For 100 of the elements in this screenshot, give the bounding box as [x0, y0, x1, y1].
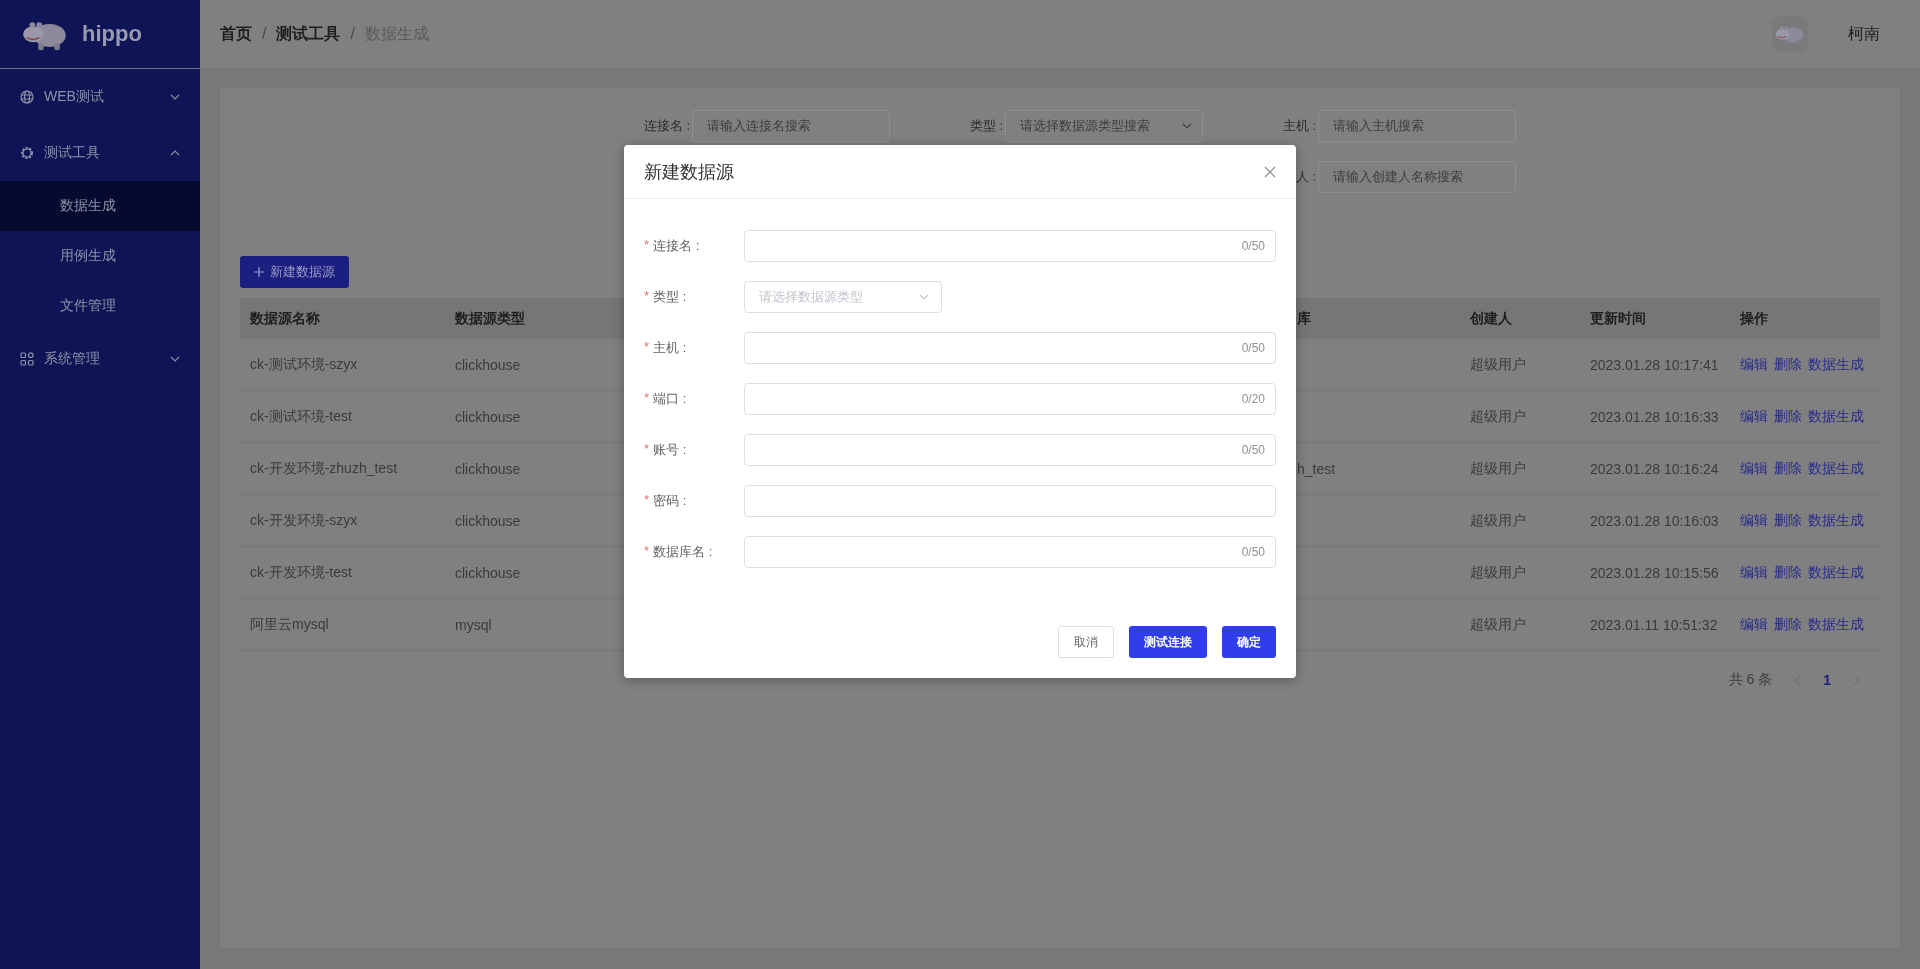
action-link[interactable]: 编辑 — [1740, 563, 1768, 582]
chevron-icon — [919, 294, 929, 300]
field-label: 端口 : — [653, 390, 687, 408]
table-cell: 超级用户 — [1470, 355, 1526, 374]
required-mark: * — [644, 390, 650, 407]
required-mark: * — [644, 492, 650, 509]
column-header: 创建人 — [1470, 309, 1512, 328]
action-link[interactable]: 删除 — [1774, 511, 1802, 530]
search-field[interactable]: 请输入创建人名称搜索 — [1318, 161, 1516, 193]
chevron-icon — [1182, 123, 1192, 129]
breadcrumb-item[interactable]: 首页 — [220, 23, 252, 45]
field-label: 连接名 : — [653, 237, 700, 255]
table-cell: ck-测试环境-szyx — [250, 355, 358, 374]
table-cell: 2023.01.28 10:16:03 — [1590, 512, 1719, 529]
submenu-item[interactable]: 用例生成 — [0, 231, 200, 281]
table-cell: 2023.01.28 10:16:24 — [1590, 460, 1719, 477]
page-number[interactable]: 1 — [1823, 672, 1831, 688]
action-link[interactable]: 数据生成 — [1808, 355, 1864, 374]
column-header: 库 — [1297, 309, 1311, 328]
table-cell: 超级用户 — [1470, 459, 1526, 478]
table-cell: 超级用户 — [1470, 511, 1526, 530]
select-field[interactable]: 请选择数据源类型 — [744, 281, 942, 313]
column-header: 数据源名称 — [250, 309, 320, 328]
action-link[interactable]: 删除 — [1774, 615, 1802, 634]
table-cell: 超级用户 — [1470, 563, 1526, 582]
field-label: 主机 : — [653, 339, 687, 357]
action-link[interactable]: 删除 — [1774, 407, 1802, 426]
breadcrumb-item[interactable]: 测试工具 — [276, 23, 341, 45]
breadcrumb-separator: / — [262, 25, 267, 43]
table-cell: ck-开发环境-test — [250, 563, 352, 582]
select-field[interactable]: 请选择数据源类型搜索 — [1005, 110, 1203, 142]
required-mark: * — [644, 441, 650, 458]
input-field[interactable]: 0/50 — [744, 230, 1276, 262]
action-link[interactable]: 数据生成 — [1808, 407, 1864, 426]
action-link[interactable]: 编辑 — [1740, 511, 1768, 530]
input-field[interactable]: 0/50 — [744, 434, 1276, 466]
grid-icon — [20, 352, 34, 366]
action-link[interactable]: 删除 — [1774, 563, 1802, 582]
table-cell: clickhouse — [455, 460, 521, 477]
plus-icon — [254, 267, 264, 277]
table-cell: 2023.01.11 10:51:32 — [1590, 616, 1718, 633]
filter-label: 连接名 : — [643, 117, 690, 135]
table-cell: ck-测试环境-test — [250, 407, 352, 426]
table-cell: 超级用户 — [1470, 615, 1526, 634]
action-link[interactable]: 数据生成 — [1808, 459, 1864, 478]
input-field[interactable]: 0/50 — [744, 536, 1276, 568]
avatar[interactable] — [1772, 16, 1808, 52]
action-link[interactable]: 删除 — [1774, 355, 1802, 374]
submenu-item[interactable]: 文件管理 — [0, 281, 200, 331]
action-link[interactable]: 编辑 — [1740, 407, 1768, 426]
menu-item[interactable]: WEB测试 — [0, 69, 200, 125]
filter-label: 人 : — [1295, 168, 1316, 186]
action-link[interactable]: 编辑 — [1740, 355, 1768, 374]
action-link[interactable]: 数据生成 — [1808, 563, 1864, 582]
total-count: 共 6 条 — [1728, 671, 1773, 689]
action-link[interactable]: 编辑 — [1740, 615, 1768, 634]
dialog-title: 新建数据源 — [644, 160, 734, 184]
table-cell: mysql — [455, 616, 492, 633]
required-mark: * — [644, 543, 650, 560]
field-label: 账号 : — [653, 441, 687, 459]
column-header: 数据源类型 — [455, 309, 525, 328]
gear-icon — [20, 146, 34, 160]
action-link[interactable]: 数据生成 — [1808, 511, 1864, 530]
table-cell: ck-开发环境-zhuzh_test — [250, 459, 398, 478]
table-cell: h_test — [1297, 460, 1336, 477]
filter-label: 类型 : — [969, 117, 1003, 135]
search-field[interactable]: 请输入主机搜索 — [1318, 110, 1516, 142]
required-mark: * — [644, 288, 650, 305]
dialog-button[interactable]: 测试连接 — [1129, 626, 1207, 658]
table-cell: ck-开发环境-szyx — [250, 511, 358, 530]
table-cell: 阿里云mysql — [250, 615, 329, 634]
input-field[interactable]: 0/50 — [744, 332, 1276, 364]
required-mark: * — [644, 237, 650, 254]
input-field[interactable] — [744, 485, 1276, 517]
close-icon[interactable] — [1264, 165, 1276, 178]
user-name[interactable]: 柯南 — [1848, 23, 1880, 45]
column-header: 更新时间 — [1590, 309, 1646, 328]
dialog-button[interactable]: 确定 — [1222, 626, 1276, 658]
field-label: 类型 : — [653, 288, 687, 306]
app-name: hippo — [82, 21, 142, 47]
new-datasource-button[interactable]: 新建数据源 — [240, 256, 349, 288]
table-cell: 超级用户 — [1470, 407, 1526, 426]
input-field[interactable]: 0/20 — [744, 383, 1276, 415]
dialog-button[interactable]: 取消 — [1058, 626, 1114, 658]
table-cell: 2023.01.28 10:15:56 — [1590, 564, 1719, 581]
action-link[interactable]: 编辑 — [1740, 459, 1768, 478]
submenu-item[interactable]: 数据生成 — [0, 181, 200, 231]
search-field[interactable]: 请输入连接名搜索 — [692, 110, 890, 142]
breadcrumb-separator: / — [350, 25, 355, 43]
menu-item[interactable]: 系统管理 — [0, 331, 200, 387]
action-link[interactable]: 数据生成 — [1808, 615, 1864, 634]
table-cell: clickhouse — [455, 564, 521, 581]
table-cell: clickhouse — [455, 356, 521, 373]
field-label: 密码 : — [653, 492, 687, 510]
column-header: 操作 — [1740, 309, 1768, 328]
table-cell: 2023.01.28 10:16:33 — [1590, 408, 1719, 425]
menu-item[interactable]: 测试工具 — [0, 125, 200, 181]
action-link[interactable]: 删除 — [1774, 459, 1802, 478]
table-cell: clickhouse — [455, 408, 521, 425]
table-cell: clickhouse — [455, 512, 521, 529]
